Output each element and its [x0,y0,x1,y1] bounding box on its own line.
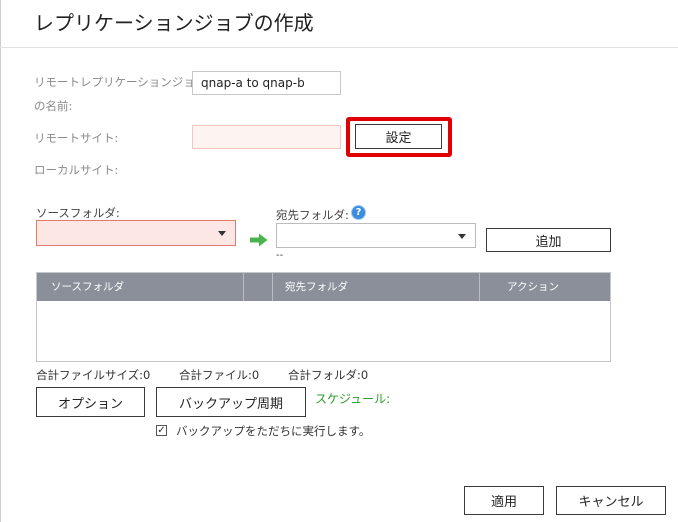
column-header-action: アクション [507,281,559,293]
schedule-label: スケジュール: [315,392,391,406]
column-divider [479,273,480,301]
options-button[interactable]: オプション [36,387,145,417]
dest-folder-hint: -- [276,250,284,261]
column-divider [272,273,273,301]
column-divider [243,273,244,301]
title-divider [0,47,678,48]
column-header-source: ソースフォルダ [51,281,124,293]
table-header: ソースフォルダ 宛先フォルダ アクション [37,273,610,301]
job-name-label-cont: の名前: [34,99,73,113]
source-folder-select[interactable] [36,220,236,246]
chevron-down-icon [458,233,466,239]
help-icon[interactable]: ? [352,206,365,219]
dest-folder-select[interactable] [276,223,476,248]
apply-button[interactable]: 適用 [464,486,544,515]
settings-button[interactable]: 設定 [355,124,442,149]
add-button[interactable]: 追加 [486,228,611,252]
remote-site-label: リモートサイト: [34,131,119,145]
dialog-left-border [0,0,1,522]
column-header-destination: 宛先フォルダ [285,281,348,293]
job-name-label: リモートレプリケーションジョブ [34,75,207,89]
source-folder-label: ソースフォルダ: [36,206,120,220]
cancel-button[interactable]: キャンセル [556,486,666,515]
total-files: 合計ファイル:0 [179,368,260,382]
job-name-input[interactable]: qnap-a to qnap-b [192,71,341,95]
arrow-right-icon [250,233,268,247]
chevron-down-icon [218,231,226,236]
total-folders: 合計フォルダ:0 [288,368,369,382]
backup-period-button[interactable]: バックアップ周期 [156,387,306,417]
dest-folder-label: 宛先フォルダ: [276,208,349,222]
dialog-title: レプリケーションジョブの作成 [34,11,314,35]
run-now-label: バックアップをただちに実行します。 [176,424,371,438]
local-site-label: ローカルサイト: [34,163,119,177]
run-now-checkbox[interactable]: ✓ [156,425,167,436]
total-file-size: 合計ファイルサイズ:0 [36,368,151,382]
folder-table: ソースフォルダ 宛先フォルダ アクション [36,272,611,362]
remote-site-field [192,125,341,149]
